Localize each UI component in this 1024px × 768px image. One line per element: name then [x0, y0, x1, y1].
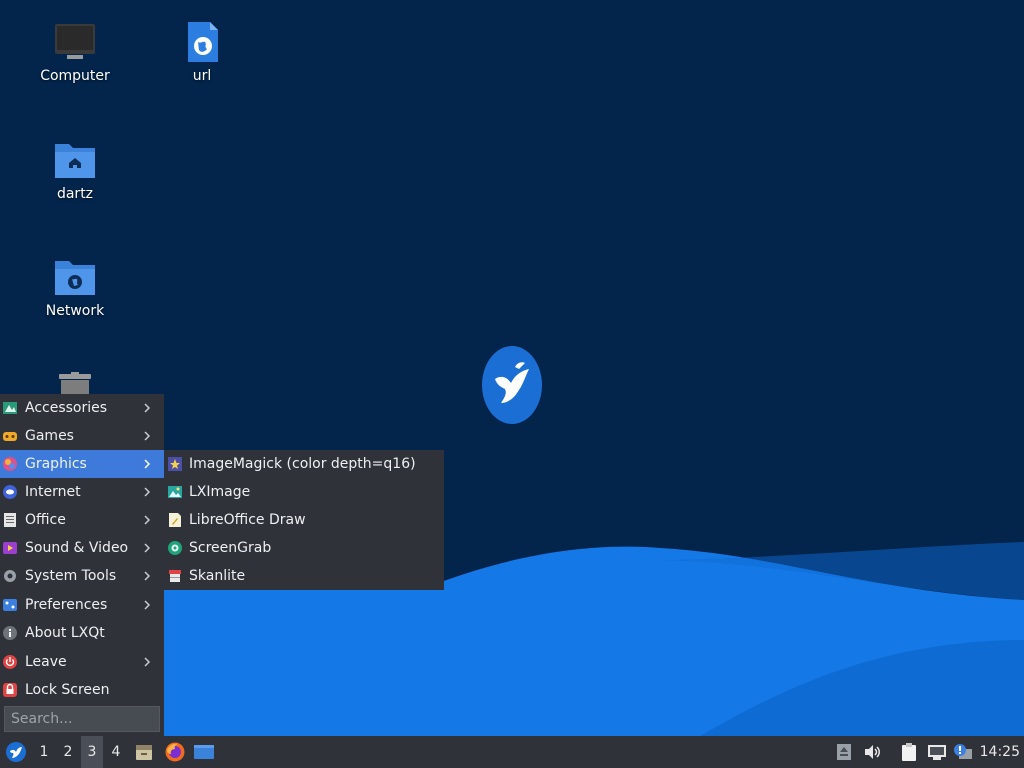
menu-item-sound-video[interactable]: Sound & Video — [0, 534, 164, 562]
file-manager-launcher[interactable] — [133, 736, 155, 768]
chevron-right-icon — [144, 431, 151, 441]
office-icon — [4, 513, 16, 527]
desktop-icon-trash[interactable] — [20, 372, 130, 394]
lock-icon — [3, 683, 17, 697]
clipboard-icon — [902, 743, 916, 761]
desktop-icon-url[interactable]: url — [147, 20, 257, 84]
chevron-right-icon — [144, 403, 151, 413]
volume-icon — [865, 745, 880, 759]
start-menu-button[interactable] — [2, 736, 30, 768]
screengrab-icon — [168, 541, 182, 555]
graphics-submenu: ImageMagick (color depth=q16) LXImage Li… — [164, 450, 444, 590]
menu-item-graphics[interactable]: Graphics — [0, 450, 164, 478]
removable-media-icon — [837, 744, 851, 760]
lxqt-start-icon — [6, 742, 26, 762]
sound-video-icon — [3, 542, 17, 554]
internet-icon — [3, 485, 17, 499]
workspace-2[interactable]: 2 — [57, 736, 79, 768]
workspace-1[interactable]: 1 — [33, 736, 55, 768]
submenu-item-label: ScreenGrab — [189, 540, 272, 556]
clipboard-tray[interactable] — [898, 736, 920, 768]
application-menu: Accessories Games Graphics Internet Offi… — [0, 394, 164, 736]
volume-tray[interactable] — [861, 736, 883, 768]
submenu-item-screengrab[interactable]: ScreenGrab — [164, 534, 444, 562]
menu-item-label: Sound & Video — [25, 540, 129, 556]
clock[interactable]: 14:25 — [980, 736, 1020, 768]
desktop-icon-computer[interactable]: Computer — [20, 20, 130, 84]
desktop-icon-label: dartz — [56, 186, 94, 202]
menu-item-label: Leave — [25, 654, 67, 670]
workspace-4[interactable]: 4 — [105, 736, 127, 768]
libreoffice-draw-icon — [169, 513, 181, 527]
system-tools-icon — [4, 570, 16, 582]
taskbar: 1 2 3 4 14:25 — [0, 736, 1024, 768]
file-manager-icon — [136, 745, 152, 760]
removable-media-tray[interactable] — [834, 736, 854, 768]
firefox-icon — [165, 742, 185, 762]
menu-item-label: Games — [25, 428, 74, 444]
menu-item-about-lxqt[interactable]: About LXQt — [0, 619, 164, 647]
chevron-right-icon — [144, 487, 151, 497]
desktop-icon-label: Computer — [40, 68, 110, 84]
menu-item-label: Lock Screen — [25, 682, 110, 698]
submenu-item-libreoffice-draw[interactable]: LibreOffice Draw — [164, 506, 444, 534]
accessories-icon — [3, 402, 17, 414]
submenu-item-lximage[interactable]: LXImage — [164, 478, 444, 506]
firefox-launcher[interactable] — [163, 736, 187, 768]
home-folder-icon — [55, 144, 95, 178]
menu-item-label: About LXQt — [25, 625, 105, 641]
submenu-item-label: LXImage — [189, 484, 251, 500]
desktop-icon-network[interactable]: Network — [20, 255, 130, 319]
menu-item-preferences[interactable]: Preferences — [0, 591, 164, 619]
menu-item-label: Preferences — [25, 597, 108, 613]
graphics-icon — [3, 457, 17, 471]
menu-item-label: Office — [25, 512, 66, 528]
menu-item-games[interactable]: Games — [0, 422, 164, 450]
submenu-item-label: ImageMagick (color depth=q16) — [189, 456, 416, 472]
workspace-3[interactable]: 3 — [81, 736, 103, 768]
submenu-item-skanlite[interactable]: Skanlite — [164, 562, 444, 590]
monitor-icon — [55, 24, 95, 59]
network-folder-icon — [55, 261, 95, 295]
menu-item-system-tools[interactable]: System Tools — [0, 562, 164, 590]
menu-item-office[interactable]: Office — [0, 506, 164, 534]
menu-item-label: System Tools — [25, 568, 117, 584]
desktop-icon-label: Network — [45, 303, 105, 319]
preferences-icon — [3, 599, 17, 611]
show-desktop-button[interactable] — [192, 736, 216, 768]
lxqt-bird-logo — [482, 346, 542, 424]
lximage-icon — [168, 486, 182, 498]
menu-item-internet[interactable]: Internet — [0, 478, 164, 506]
desktop-icon-label: url — [192, 68, 212, 84]
trash-icon — [59, 372, 91, 394]
chevron-right-icon — [144, 657, 151, 667]
chevron-right-icon — [144, 515, 151, 525]
menu-item-label: Internet — [25, 484, 81, 500]
network-icon — [928, 745, 946, 760]
menu-item-leave[interactable]: Leave — [0, 648, 164, 676]
menu-item-lock-screen[interactable]: Lock Screen — [0, 676, 164, 704]
imagemagick-icon — [168, 457, 182, 471]
chevron-right-icon — [144, 600, 151, 610]
menu-item-label: Accessories — [25, 400, 108, 416]
games-icon — [3, 432, 17, 441]
desktop-icon-home[interactable]: dartz — [20, 138, 130, 202]
web-link-icon — [188, 22, 218, 62]
submenu-item-imagemagick[interactable]: ImageMagick (color depth=q16) — [164, 450, 444, 478]
skanlite-icon — [169, 570, 181, 582]
network-tray[interactable] — [926, 736, 948, 768]
update-notifier-icon — [954, 744, 972, 759]
menu-search-input[interactable] — [4, 706, 160, 732]
submenu-item-label: Skanlite — [189, 568, 246, 584]
info-icon — [3, 626, 17, 640]
chevron-right-icon — [144, 459, 151, 469]
power-icon — [3, 655, 17, 669]
chevron-right-icon — [144, 543, 151, 553]
update-notifier-tray[interactable] — [952, 736, 974, 768]
show-desktop-icon — [194, 745, 214, 759]
submenu-item-label: LibreOffice Draw — [189, 512, 306, 528]
chevron-right-icon — [144, 571, 151, 581]
menu-item-label: Graphics — [25, 456, 87, 472]
menu-item-accessories[interactable]: Accessories — [0, 394, 164, 422]
